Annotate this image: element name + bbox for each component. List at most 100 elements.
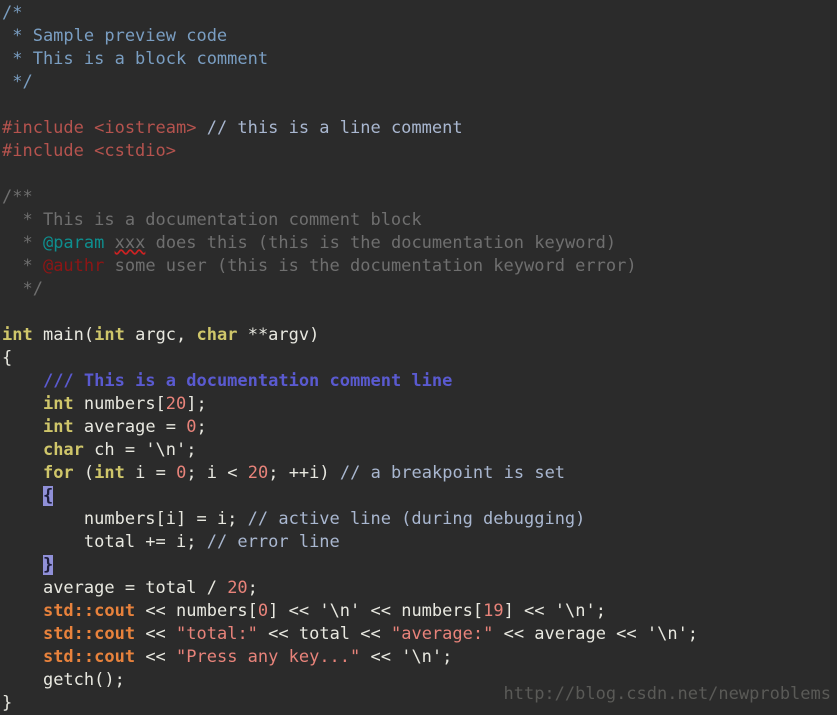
indent-token [2,647,43,667]
code-line: * @authr some user (this is the document… [2,255,837,278]
indent-token [2,486,43,506]
keyword-token: for [42,463,74,483]
code-line: * This is a documentation comment block [2,209,837,232]
code-editor-preview[interactable]: /* * Sample preview code * This is a blo… [0,0,837,715]
code-token: argc, [124,325,197,345]
code-token: ]; [186,394,207,414]
code-token: main( [32,325,95,345]
number-token: 0 [186,417,197,437]
preprocessor-token: #include <iostream> [2,118,197,138]
spellcheck-error-token: xxx [114,233,146,253]
code-line: total += i; // error line [2,531,837,554]
line-comment-token: // active line (during debugging) [247,509,586,529]
block-comment-token: /* [2,3,23,23]
matching-brace-close: } [42,555,54,575]
code-line: */ [2,71,837,94]
keyword-token: char [42,440,84,460]
code-token: ] << '\n'; [503,601,606,621]
indent-token [2,463,43,483]
code-token: << numbers[ [135,601,258,621]
code-line: int main(int argc, char **argv) [2,324,837,347]
brace-token: { [2,348,13,368]
number-token: 19 [483,601,504,621]
line-comment-token: // error line [206,532,340,552]
code-line: #include <cstdio> [2,140,837,163]
code-token: ; [247,578,258,598]
string-literal-token: "total:" [176,624,258,644]
doc-comment-token: some user (this is the documentation key… [104,256,637,276]
code-token: i = [124,463,177,483]
code-line: std::cout << "Press any key..." << '\n'; [2,646,837,669]
watermark-text: http://blog.csdn.net/newproblems [503,684,831,704]
number-token: 20 [247,463,269,483]
indent-token [2,509,84,529]
matching-brace-open: { [42,486,54,506]
code-token: ] << '\n' << numbers[ [268,601,484,621]
code-line: for (int i = 0; i < 20; ++i) // a breakp… [2,462,837,485]
indent-token [2,578,43,598]
doc-keyword-error-token: @authr [42,256,105,276]
code-line: { [2,347,837,370]
code-line: * This is a block comment [2,48,837,71]
line-comment-token: // this is a line comment [206,118,463,138]
code-token: total += i; [83,532,207,552]
indent-token [2,394,43,414]
indent-token [2,670,43,690]
doc-comment-token: */ [2,279,43,299]
string-literal-token: "Press any key..." [176,647,361,667]
block-comment-token: * Sample preview code [2,26,228,46]
code-token: << [135,647,177,667]
doc-keyword-token: @param [42,233,105,253]
stream-object-token: std::cout [42,601,136,621]
preprocessor-token: #include <cstdio> [2,141,176,161]
code-line: std::cout << "total:" << total << "avera… [2,623,837,646]
code-line: { [2,485,837,508]
code-token: ; i < [186,463,248,483]
number-token: 0 [176,463,187,483]
indent-token [2,417,43,437]
code-line: average = total / 20; [2,577,837,600]
indent-token [2,624,43,644]
code-line: * Sample preview code [2,25,837,48]
code-token: << total << [257,624,391,644]
stream-object-token: std::cout [42,624,136,644]
line-comment-token: // a breakpoint is set [339,463,566,483]
code-line: /// This is a documentation comment line [2,370,837,393]
code-token: numbers[i] = i; [83,509,248,529]
keyword-token: int [42,417,74,437]
indent-token [2,440,43,460]
code-token: << average << '\n'; [493,624,699,644]
code-token: ; [196,417,207,437]
code-token: ( [73,463,95,483]
number-token: 20 [165,394,187,414]
indent-token [2,601,43,621]
code-token: numbers[ [73,394,166,414]
code-line: int numbers[20]; [2,393,837,416]
keyword-token: char [196,325,238,345]
indent-token [2,532,84,552]
indent-token [2,555,43,575]
block-comment-token: * This is a block comment [2,49,269,69]
code-line: */ [2,278,837,301]
code-token: getch(); [42,670,125,690]
code-token: average = total / [42,578,228,598]
code-line: numbers[i] = i; // active line (during d… [2,508,837,531]
keyword-token: int [94,463,125,483]
code-content[interactable]: /* * Sample preview code * This is a blo… [0,0,837,715]
code-line: #include <iostream> // this is a line co… [2,117,837,140]
code-token: ; ++i) [268,463,340,483]
stream-object-token: std::cout [42,647,136,667]
code-token: **argv) [237,325,320,345]
code-token: << [135,624,177,644]
doc-comment-token: * [2,256,43,276]
doc-comment-line-token: /// This is a documentation comment line [42,371,453,391]
code-line: * @param xxx does this (this is the docu… [2,232,837,255]
brace-token: } [2,693,13,713]
code-line: int average = 0; [2,416,837,439]
doc-comment-token: does this (this is the documentation key… [145,233,617,253]
